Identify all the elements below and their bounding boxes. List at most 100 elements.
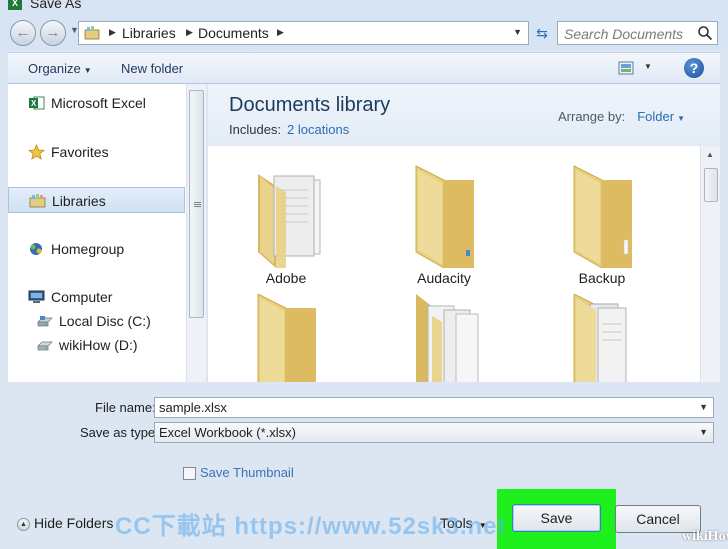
star-icon <box>28 144 45 160</box>
nav-item-microsoft-excel[interactable]: X Microsoft Excel <box>8 90 185 116</box>
folder-item-backup[interactable]: Backup <box>542 156 662 286</box>
content-pane: Documents library Includes: 2 locations A… <box>208 84 720 382</box>
search-box[interactable] <box>557 21 718 45</box>
arrange-by: Arrange by: Folder ▼ <box>558 109 685 124</box>
address-row: ← → ▼ ▶ Libraries ▶ Documents ▶ ▼ ⇆ <box>0 14 728 50</box>
nav-scrollbar[interactable] <box>186 84 206 382</box>
refresh-icon: ⇆ <box>536 25 548 41</box>
hide-folders-button[interactable]: ▲ Hide Folders <box>17 515 113 531</box>
arrow-right-icon: → <box>45 24 61 41</box>
folder-icon <box>416 294 479 382</box>
address-dropdown-icon[interactable]: ▼ <box>513 27 522 37</box>
nav-item-label: wikiHow (D:) <box>59 337 138 353</box>
crumb-separator-icon[interactable]: ▶ <box>186 27 193 38</box>
chevron-down-icon[interactable]: ▼ <box>699 427 708 437</box>
save-as-type-value: Excel Workbook (*.xlsx) <box>159 425 297 440</box>
wikihow-watermark: wikiHow <box>682 529 728 544</box>
nav-item-homegroup[interactable]: Homegroup <box>8 236 185 262</box>
site-watermark: CC下載站 https://www.52sk3.net <box>115 513 507 540</box>
library-header: Documents library Includes: 2 locations A… <box>208 84 720 146</box>
homegroup-icon <box>30 243 42 255</box>
content-scrollbar[interactable]: ▲ <box>700 146 720 382</box>
chevron-down-icon[interactable]: ▼ <box>699 402 708 412</box>
folder-name: Backup <box>578 270 626 286</box>
scroll-up-icon[interactable]: ▲ <box>706 150 714 159</box>
file-name-field[interactable]: ▼ <box>154 397 714 418</box>
window-title: Save As <box>30 0 82 11</box>
search-icon[interactable] <box>697 25 713 41</box>
file-name-input[interactable] <box>159 400 679 415</box>
nav-item-label: Local Disc (C:) <box>59 313 151 329</box>
nav-item-favorites[interactable]: Favorites <box>8 139 185 165</box>
content-scrollbar-thumb[interactable] <box>704 168 718 202</box>
organize-label: Organize <box>28 61 81 76</box>
computer-icon <box>28 290 45 303</box>
folder-item-audacity[interactable]: Audacity <box>384 156 504 286</box>
folder-icon <box>573 294 627 382</box>
collapse-up-icon: ▲ <box>17 517 30 531</box>
nav-item-label: Libraries <box>52 193 106 209</box>
save-as-type-label: Save as type: <box>80 425 159 440</box>
library-title: Documents library <box>229 94 391 116</box>
search-input[interactable] <box>564 25 694 42</box>
folder-item[interactable] <box>542 294 662 382</box>
nav-item-label: Homegroup <box>51 241 125 257</box>
save-thumbnail-label[interactable]: Save Thumbnail <box>200 465 294 480</box>
excel-icon: X <box>29 96 45 110</box>
chevron-down-icon: ▼ <box>83 66 92 75</box>
refresh-button[interactable]: ⇆ <box>531 21 553 45</box>
crumb-separator-icon[interactable]: ▶ <box>109 27 116 38</box>
nav-item-computer[interactable]: Computer <box>8 284 185 310</box>
includes-line: Includes: 2 locations <box>229 122 349 137</box>
folder-item-adobe[interactable]: Adobe <box>226 156 346 286</box>
folder-icon <box>573 165 632 268</box>
nav-item-local-disc-c[interactable]: Local Disc (C:) <box>8 308 185 334</box>
view-options-dropdown[interactable]: ▼ <box>644 62 652 71</box>
arrow-left-icon: ← <box>15 24 31 41</box>
folder-name: Adobe <box>265 270 307 286</box>
title-bar: X Save As <box>0 0 728 14</box>
arrange-value: Folder <box>637 109 675 124</box>
folder-icon <box>258 174 321 268</box>
drive-icon <box>37 316 53 327</box>
save-thumbnail-checkbox[interactable] <box>183 467 196 480</box>
change-view-icon[interactable] <box>618 61 634 75</box>
libraries-icon <box>29 194 46 208</box>
save-button[interactable]: Save <box>512 504 601 532</box>
hide-folders-label: Hide Folders <box>34 515 114 531</box>
locations-link[interactable]: 2 locations <box>287 122 349 137</box>
drive-icon <box>37 341 53 351</box>
new-folder-button[interactable]: New folder <box>121 61 183 76</box>
libraries-icon <box>84 26 100 40</box>
crumb-separator-icon[interactable]: ▶ <box>277 27 284 38</box>
includes-label: Includes: <box>229 122 282 137</box>
help-button[interactable]: ? <box>684 58 704 78</box>
folder-icon <box>415 165 474 268</box>
back-button[interactable]: ← <box>10 20 36 46</box>
folder-item[interactable] <box>226 294 346 382</box>
file-name-label: File name: <box>95 400 156 415</box>
organize-button[interactable]: Organize ▼ <box>28 61 92 76</box>
nav-item-label: Favorites <box>51 144 109 160</box>
nav-item-wikihow-d[interactable]: wikiHow (D:) <box>8 332 185 358</box>
arrange-label: Arrange by: <box>558 109 626 124</box>
address-bar[interactable]: ▶ Libraries ▶ Documents ▶ ▼ <box>78 21 529 45</box>
nav-scrollbar-thumb[interactable] <box>189 90 204 318</box>
folder-name: Audacity <box>417 270 471 286</box>
crumb-documents[interactable]: Documents <box>198 25 269 41</box>
folder-item[interactable] <box>384 294 504 382</box>
file-list: Adobe Audacity Backup <box>208 146 700 382</box>
navigation-pane: X Microsoft Excel Favorites Libraries Ho… <box>8 84 206 382</box>
nav-item-libraries[interactable]: Libraries <box>8 187 185 213</box>
chevron-down-icon: ▼ <box>677 114 685 123</box>
crumb-libraries[interactable]: Libraries <box>122 25 176 41</box>
svg-text:X: X <box>31 99 37 108</box>
excel-app-icon: X <box>8 0 22 10</box>
nav-item-label: Computer <box>51 289 113 305</box>
save-as-type-select[interactable]: Excel Workbook (*.xlsx) ▼ <box>154 422 714 443</box>
folder-icon <box>257 294 316 382</box>
command-bar: Organize ▼ New folder ▼ ? <box>8 52 720 84</box>
forward-button[interactable]: → <box>40 20 66 46</box>
arrange-dropdown[interactable]: Folder ▼ <box>637 109 685 124</box>
nav-item-label: Microsoft Excel <box>51 95 146 111</box>
